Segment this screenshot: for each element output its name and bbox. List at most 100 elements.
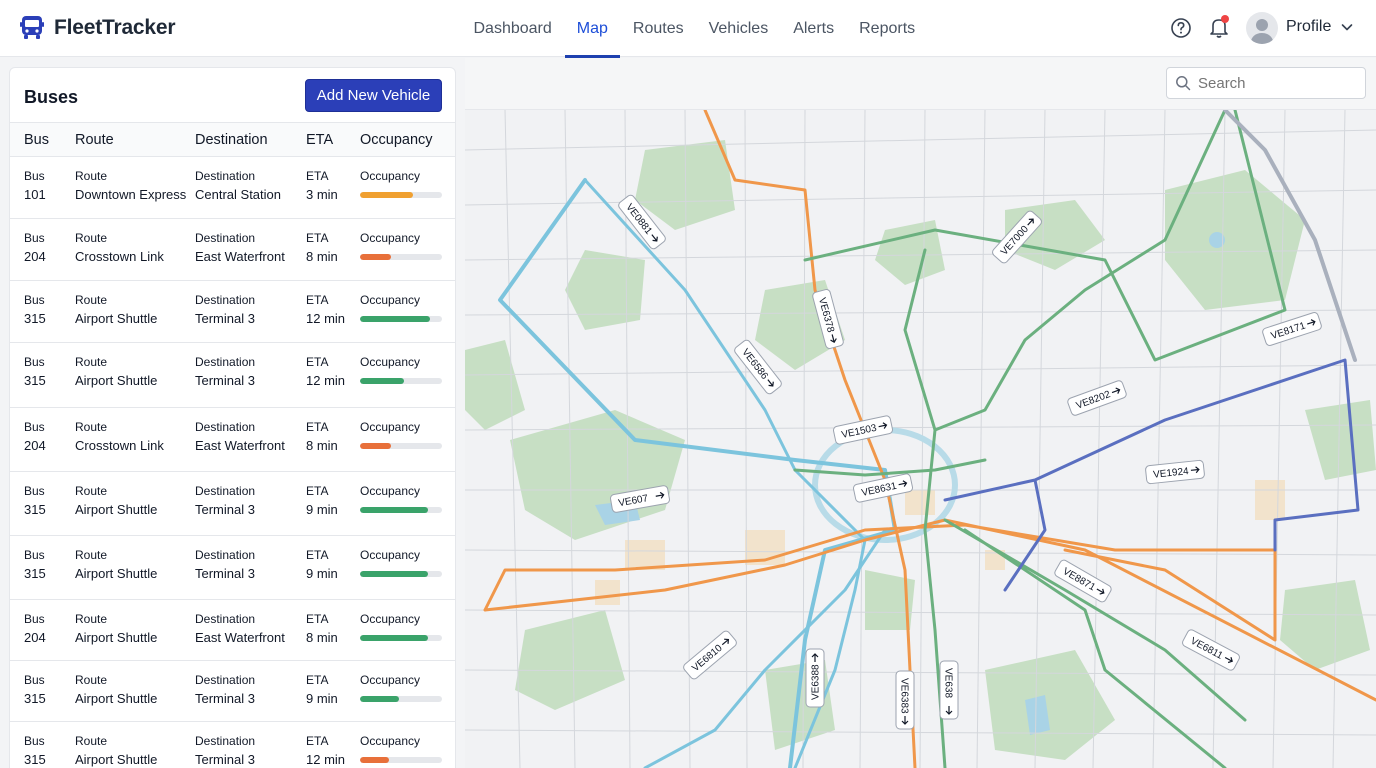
- cell-eta: ETA 12 min: [306, 292, 345, 330]
- vehicle-marker[interactable]: VE638: [939, 660, 959, 720]
- destination-name: Terminal 3: [195, 566, 255, 581]
- cell-destination: Destination Terminal 3: [195, 547, 255, 585]
- table-row[interactable]: Bus 315 Route Airport Shuttle Destination Ter…: [10, 536, 455, 600]
- occupancy-bar: [360, 192, 442, 198]
- map-view[interactable]: VE0881VE6378VE6586VE7000VE8171VE8202VE15…: [465, 58, 1376, 768]
- occupancy-bar-fill: [360, 316, 430, 322]
- cell-label: Destination: [195, 169, 256, 183]
- cell-occupancy: Occupancy: [360, 672, 420, 688]
- table-row[interactable]: Bus 315 Route Airport Shuttle Destination Ter…: [10, 281, 455, 343]
- eta-value: 8 min: [306, 438, 338, 453]
- occupancy-bar: [360, 443, 442, 449]
- cell-bus: Bus 204: [24, 419, 46, 457]
- nav-vehicles[interactable]: Vehicles: [697, 0, 781, 57]
- question-circle-icon[interactable]: [1170, 17, 1192, 39]
- eta-value: 12 min: [306, 752, 346, 767]
- nav-map[interactable]: Map: [564, 0, 621, 58]
- cell-label: Destination: [195, 548, 256, 562]
- cell-label: Destination: [195, 420, 256, 434]
- occupancy-bar: [360, 696, 442, 702]
- eta-value: 12 min: [306, 311, 346, 326]
- occupancy-bar-fill: [360, 254, 392, 260]
- bus-number: 204: [24, 249, 46, 264]
- cell-label: Bus: [24, 355, 45, 369]
- nav-dashboard[interactable]: Dashboard: [462, 0, 564, 57]
- cell-label: ETA: [306, 231, 329, 245]
- bus-number: 315: [24, 566, 46, 581]
- cell-label: Occupancy: [360, 548, 421, 562]
- nav-routes[interactable]: Routes: [621, 0, 696, 57]
- cell-label: Bus: [24, 420, 45, 434]
- cell-eta: ETA 9 min: [306, 483, 338, 521]
- cell-eta: ETA 8 min: [306, 419, 338, 457]
- map-search[interactable]: [1166, 67, 1366, 99]
- nav-alerts[interactable]: Alerts: [781, 0, 846, 57]
- vehicle-marker[interactable]: VE6388: [805, 648, 825, 708]
- occupancy-bar-fill: [360, 443, 392, 449]
- table-row[interactable]: Bus 315 Route Airport Shuttle Destination Ter…: [10, 343, 455, 408]
- column-header-destination[interactable]: Destination: [195, 132, 268, 148]
- table-row[interactable]: Bus 204 Route Crosstown Link Destination East…: [10, 408, 455, 472]
- cell-label: Destination: [195, 734, 256, 748]
- avatar[interactable]: [1246, 12, 1278, 44]
- cell-route: Route Airport Shuttle: [75, 547, 157, 585]
- destination-name: Terminal 3: [195, 752, 255, 767]
- destination-name: Terminal 3: [195, 691, 255, 706]
- column-header-bus[interactable]: Bus: [24, 132, 49, 148]
- occupancy-bar: [360, 254, 442, 260]
- cell-label: Destination: [195, 612, 256, 626]
- cell-label: Bus: [24, 231, 45, 245]
- table-row[interactable]: Bus 315 Route Airport Shuttle Destination Ter…: [10, 722, 455, 768]
- eta-value: 8 min: [306, 630, 338, 645]
- cell-destination: Destination East Waterfront: [195, 611, 285, 649]
- cell-bus: Bus 315: [24, 733, 46, 768]
- brand[interactable]: FleetTracker: [18, 13, 176, 43]
- table-row[interactable]: Bus 204 Route Crosstown Link Destination East…: [10, 219, 455, 281]
- nav-reports[interactable]: Reports: [847, 0, 927, 57]
- cell-eta: ETA 8 min: [306, 611, 338, 649]
- add-new-vehicle-button[interactable]: Add New Vehicle: [305, 79, 442, 112]
- route-name: Airport Shuttle: [75, 373, 158, 388]
- eta-value: 9 min: [306, 566, 338, 581]
- cell-route: Route Airport Shuttle: [75, 354, 157, 392]
- cell-label: Bus: [24, 169, 45, 183]
- bus-number: 204: [24, 630, 46, 645]
- occupancy-bar: [360, 507, 442, 513]
- cell-route: Route Airport Shuttle: [75, 733, 157, 768]
- route-name: Airport Shuttle: [75, 502, 158, 517]
- cell-label: Occupancy: [360, 293, 421, 307]
- chevron-down-icon[interactable]: [1340, 20, 1354, 34]
- vehicle-marker[interactable]: VE6383: [895, 670, 915, 730]
- cell-route: Route Airport Shuttle: [75, 483, 157, 521]
- occupancy-bar-fill: [360, 757, 389, 763]
- column-header-occupancy[interactable]: Occupancy: [360, 132, 433, 148]
- cell-destination: Destination East Waterfront: [195, 419, 285, 457]
- profile-label[interactable]: Profile: [1286, 18, 1331, 36]
- cell-label: Destination: [195, 673, 256, 687]
- cell-destination: Destination Central Station: [195, 168, 281, 206]
- cell-label: Route: [75, 673, 108, 687]
- bus-number: 101: [24, 187, 46, 202]
- cell-bus: Bus 315: [24, 547, 46, 585]
- occupancy-bar: [360, 757, 442, 763]
- destination-name: East Waterfront: [195, 438, 285, 453]
- cell-label: Route: [75, 231, 108, 245]
- route-name: Crosstown Link: [75, 249, 164, 264]
- bus-number: 315: [24, 311, 46, 326]
- column-header-route[interactable]: Route: [75, 132, 114, 148]
- cell-route: Route Airport Shuttle: [75, 292, 157, 330]
- table-row[interactable]: Bus 204 Route Airport Shuttle Destination Eas…: [10, 600, 455, 661]
- cell-label: Bus: [24, 734, 45, 748]
- table-row[interactable]: Bus 101 Route Downtown Express Destination Ce…: [10, 157, 455, 219]
- occupancy-bar-fill: [360, 571, 429, 577]
- column-header-eta[interactable]: ETA: [306, 132, 333, 148]
- route-name: Airport Shuttle: [75, 311, 158, 326]
- cell-label: ETA: [306, 612, 329, 626]
- map-canvas[interactable]: VE0881VE6378VE6586VE7000VE8171VE8202VE15…: [465, 110, 1376, 768]
- table-row[interactable]: Bus 315 Route Airport Shuttle Destination Ter…: [10, 661, 455, 722]
- cell-bus: Bus 204: [24, 611, 46, 649]
- destination-name: Central Station: [195, 187, 281, 202]
- search-input[interactable]: [1198, 74, 1358, 92]
- cell-label: Occupancy: [360, 231, 421, 245]
- table-row[interactable]: Bus 315 Route Airport Shuttle Destination Ter…: [10, 472, 455, 536]
